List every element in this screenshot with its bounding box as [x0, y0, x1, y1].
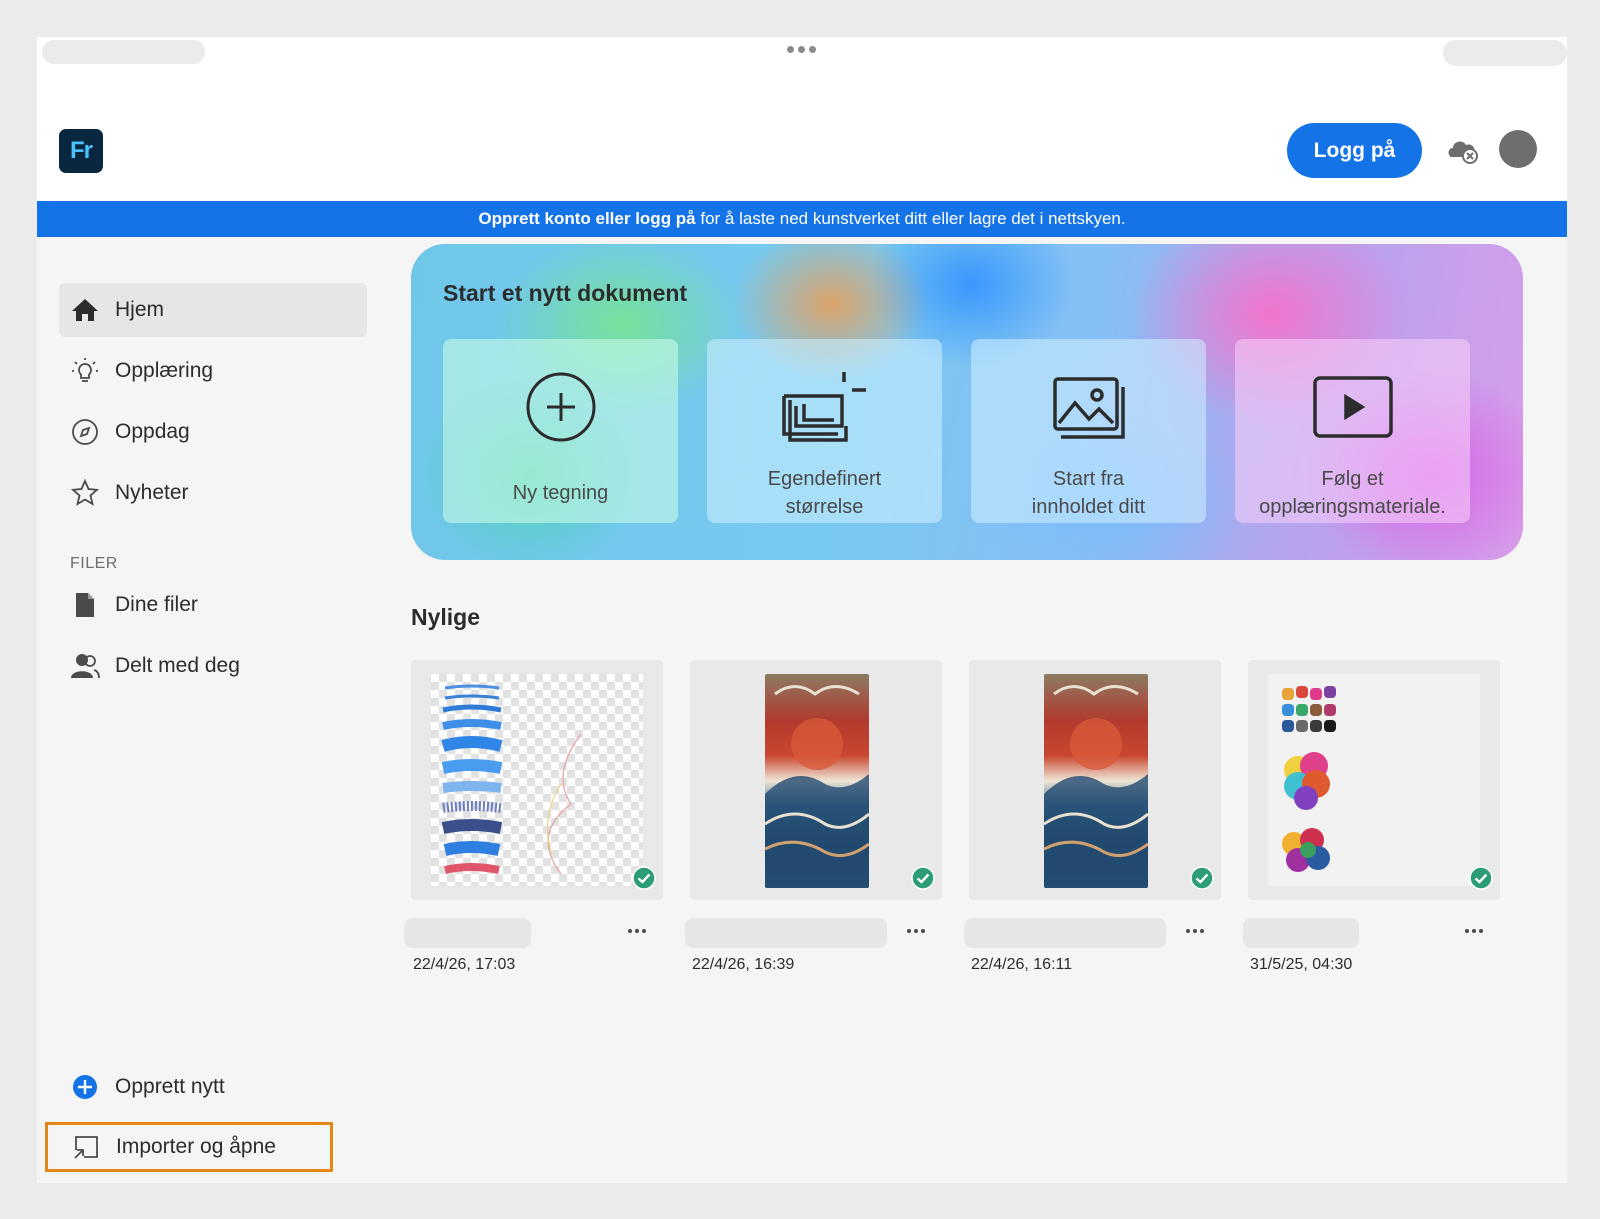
new-document-panel: Start et nytt dokument Ny tegning Egende… — [411, 244, 1523, 560]
start-from-content-label: Start fra innholdet ditt — [1031, 468, 1146, 518]
synced-check-icon — [1190, 866, 1214, 890]
sidebar-item-learn[interactable]: Opplæring — [59, 344, 367, 398]
home-icon — [69, 294, 101, 326]
more-options-button[interactable] — [621, 920, 653, 942]
app-logo: Fr — [59, 129, 103, 173]
file-thumbnail[interactable] — [690, 660, 942, 900]
custom-size-icon — [780, 367, 870, 447]
sidebar-item-label: Opplæring — [115, 359, 214, 382]
status-pill-right — [1443, 40, 1567, 66]
star-icon — [69, 477, 101, 509]
recent-file-card[interactable]: 31/5/25, 04:30 — [1243, 660, 1500, 973]
file-thumbnail[interactable] — [969, 660, 1221, 900]
synced-check-icon — [1469, 866, 1493, 890]
new-document-title: Start et nytt dokument — [443, 280, 688, 306]
sidebar: Hjem Opplæring Oppdag Nyheter FILER Dine… — [37, 237, 387, 1183]
create-new-label: Opprett nytt — [115, 1075, 225, 1098]
synced-check-icon — [632, 866, 656, 890]
file-thumbnail[interactable] — [411, 660, 663, 900]
banner-link[interactable]: Opprett konto eller logg på — [478, 209, 695, 228]
plus-circle-icon — [69, 1071, 101, 1103]
wave-artwork-thumbnail — [1044, 674, 1148, 888]
custom-size-card[interactable]: Egendefinert størrelse — [707, 339, 942, 523]
recent-file-card[interactable]: 22/4/26, 16:39 — [685, 660, 942, 973]
image-icon — [1051, 367, 1127, 447]
avatar[interactable] — [1499, 130, 1537, 168]
start-from-content-card[interactable]: Start fra innholdet ditt — [971, 339, 1206, 523]
file-date: 31/5/25, 04:30 — [1250, 956, 1353, 973]
follow-tutorial-card[interactable]: Følg et opplæringsmateriale. — [1235, 339, 1470, 523]
status-pill-left — [42, 40, 205, 64]
multitasking-dots-icon[interactable] — [787, 46, 816, 53]
new-drawing-card[interactable]: Ny tegning — [443, 339, 678, 523]
brush-strokes-thumbnail — [431, 674, 643, 886]
sidebar-item-label: Nyheter — [115, 481, 189, 504]
import-open-label: Importer og åpne — [116, 1135, 276, 1158]
cloud-offline-icon[interactable] — [1445, 135, 1479, 165]
play-video-icon — [1312, 367, 1394, 447]
file-name-placeholder — [685, 918, 887, 948]
sidebar-item-news[interactable]: Nyheter — [59, 466, 367, 520]
follow-tutorial-label: Følg et opplæringsmateriale. — [1259, 468, 1446, 518]
import-open-button[interactable]: Importer og åpne — [45, 1122, 333, 1172]
status-bar — [37, 37, 1567, 73]
create-new-button[interactable]: Opprett nytt — [59, 1060, 367, 1114]
plus-circle-icon — [525, 367, 597, 447]
app-window: Fr Logg på Opprett konto eller logg på f… — [37, 37, 1567, 1183]
lightbulb-icon — [69, 355, 101, 387]
sidebar-item-label: Dine filer — [115, 593, 198, 616]
import-icon — [70, 1131, 102, 1163]
sidebar-item-label: Hjem — [115, 298, 165, 321]
shared-user-icon — [69, 650, 101, 682]
file-name-placeholder — [1243, 918, 1359, 948]
recent-file-card[interactable]: 22/4/26, 17:03 — [404, 660, 663, 973]
file-date: 22/4/26, 16:11 — [971, 956, 1073, 973]
custom-size-label: Egendefinert størrelse — [767, 468, 882, 518]
synced-check-icon — [911, 866, 935, 890]
compass-icon — [69, 416, 101, 448]
file-thumbnail[interactable] — [1248, 660, 1500, 900]
sidebar-item-home[interactable]: Hjem — [59, 283, 367, 337]
more-options-button[interactable] — [1179, 920, 1211, 942]
account-banner: Opprett konto eller logg på for å laste … — [37, 201, 1567, 237]
banner-text: for å laste ned kunstverket ditt eller l… — [695, 209, 1126, 228]
new-drawing-label: Ny tegning — [512, 482, 609, 504]
login-button[interactable]: Logg på — [1287, 123, 1422, 178]
recent-title: Nylige — [411, 604, 481, 630]
sidebar-item-discover[interactable]: Oppdag — [59, 405, 367, 459]
recent-file-card[interactable]: 22/4/26, 16:11 — [964, 660, 1221, 973]
file-name-placeholder — [964, 918, 1166, 948]
sidebar-item-label: Delt med deg — [115, 654, 240, 677]
files-heading: FILER — [70, 555, 118, 572]
file-date: 22/4/26, 16:39 — [692, 956, 795, 973]
top-bar: Fr Logg på — [37, 73, 1567, 201]
more-options-button[interactable] — [1458, 920, 1490, 942]
file-icon — [69, 589, 101, 621]
sidebar-item-label: Oppdag — [115, 420, 190, 443]
file-date: 22/4/26, 17:03 — [413, 956, 516, 973]
watercolor-swatches-thumbnail — [1268, 674, 1480, 886]
sidebar-item-shared[interactable]: Delt med deg — [59, 639, 367, 693]
file-name-placeholder — [404, 918, 531, 948]
more-options-button[interactable] — [900, 920, 932, 942]
sidebar-item-your-files[interactable]: Dine filer — [59, 578, 367, 632]
wave-artwork-thumbnail — [765, 674, 869, 888]
